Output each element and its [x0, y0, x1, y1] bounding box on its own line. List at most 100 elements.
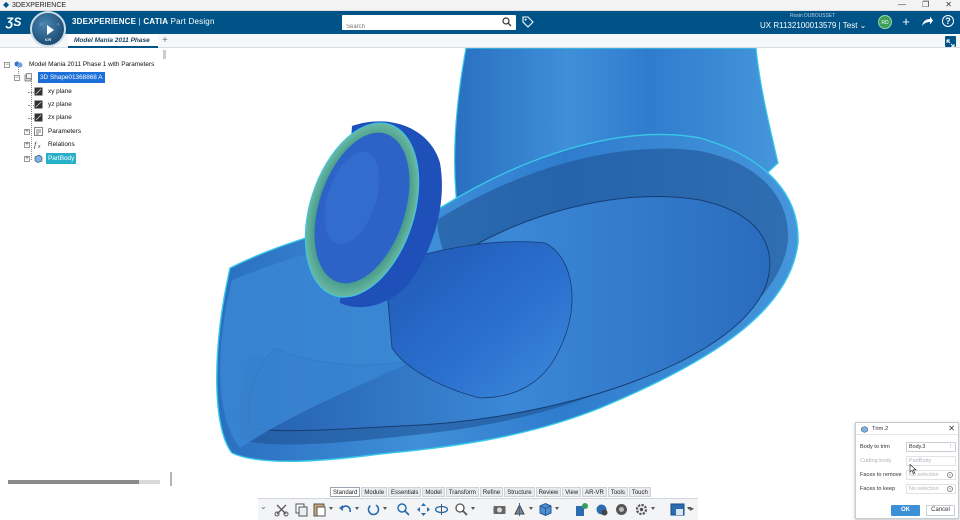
cancel-button[interactable]: Cancel — [926, 505, 955, 516]
section-tab-refine[interactable]: Refine — [479, 487, 504, 497]
cube-view-icon[interactable] — [538, 502, 553, 517]
dassault-logo-icon[interactable]: ƷS — [6, 14, 24, 30]
part-icon — [24, 73, 32, 82]
body-to-trim-field[interactable]: Body.3 ⋮ — [906, 442, 956, 452]
dialog-header: Trim.2 ✕ — [856, 423, 958, 435]
brand-title: 3DEXPERIENCE | CATIA Part Design — [72, 17, 215, 26]
dialog-title: Trim.2 — [872, 426, 889, 432]
compass-right-quadrant-icon[interactable]: ⁘ — [56, 22, 60, 28]
compass-widget[interactable]: ⁘ ⁘ V.R — [30, 11, 66, 47]
avatar[interactable]: RD — [878, 15, 892, 29]
feature-icon[interactable] — [614, 502, 629, 517]
action-bar: ⌄ ▸ — [258, 498, 698, 520]
dropdown-arrow-icon[interactable] — [555, 507, 559, 510]
expand-icon[interactable]: + — [24, 129, 30, 135]
plane-icon — [34, 100, 43, 109]
compass-left-quadrant-icon[interactable]: ⁘ — [39, 22, 43, 28]
undo-icon[interactable] — [338, 502, 353, 517]
faces-to-keep-field[interactable]: No selection × — [906, 484, 956, 494]
clear-selection-icon[interactable]: × — [947, 486, 953, 492]
os-title-bar: ◆ 3DEXPERIENCE — ❐ ✕ — [0, 0, 960, 11]
dropdown-arrow-icon[interactable] — [383, 507, 387, 510]
copy-icon[interactable] — [294, 502, 309, 517]
search-icon[interactable] — [502, 17, 512, 27]
close-icon[interactable]: ✕ — [948, 424, 955, 433]
geometry-icon[interactable] — [594, 502, 609, 517]
dropdown-arrow-icon[interactable] — [355, 507, 359, 510]
section-tab-model[interactable]: Model — [422, 487, 445, 497]
cut-icon[interactable] — [274, 502, 289, 517]
view-mode-icon[interactable] — [512, 502, 527, 517]
ok-button[interactable]: OK — [891, 505, 920, 516]
fullscreen-icon[interactable] — [945, 36, 956, 48]
parameters-icon — [34, 127, 43, 136]
app-window: ◆ 3DEXPERIENCE — ❐ ✕ ƷS 3DEXPERIENCE | C… — [0, 0, 960, 520]
update-icon[interactable] — [366, 502, 381, 517]
tree-item-label: PartBody — [46, 153, 77, 164]
restore-button[interactable]: ❐ — [922, 0, 929, 10]
section-tab-module[interactable]: Module — [361, 487, 388, 497]
app-logo-icon: ◆ — [3, 0, 10, 9]
brand-name: 3DEXPERIENCE — [72, 17, 137, 26]
tree-shape-label: 3D Shape01368868 A — [38, 72, 105, 83]
play-icon[interactable] — [47, 25, 54, 35]
collapse-icon[interactable]: − — [14, 75, 20, 81]
section-tab-touch[interactable]: Touch — [628, 487, 651, 497]
tree-horizontal-scrollbar[interactable] — [8, 480, 160, 484]
credentials-label: UX R1132100013579 | Test — [760, 21, 858, 30]
section-tab-review[interactable]: Review — [535, 487, 562, 497]
panel-splitter[interactable] — [170, 472, 172, 486]
minimize-button[interactable]: — — [898, 0, 906, 10]
section-tab-standard[interactable]: Standard — [330, 487, 361, 497]
help-icon[interactable]: ? — [942, 15, 954, 27]
more-options-icon[interactable]: ⋮ — [948, 443, 953, 451]
tree-scroll-cap[interactable] — [163, 50, 166, 59]
body-icon — [34, 154, 43, 163]
plane-icon — [34, 113, 43, 122]
new-tab-button[interactable]: + — [162, 35, 168, 47]
dropdown-arrow-icon[interactable] — [529, 507, 533, 510]
pan-icon[interactable] — [416, 502, 431, 517]
dropdown-arrow-icon[interactable] — [471, 507, 475, 510]
expand-icon[interactable]: + — [24, 156, 30, 162]
add-icon[interactable]: + — [899, 15, 913, 29]
section-tab-tools[interactable]: Tools — [607, 487, 628, 497]
scrollbar-thumb[interactable] — [8, 480, 139, 484]
section-tab-transform[interactable]: Transform — [445, 487, 479, 497]
tab-model-mania[interactable]: Model Mania 2011 Phase — [68, 34, 158, 48]
close-window-button[interactable]: ✕ — [945, 0, 952, 10]
zoom-area-icon[interactable] — [396, 502, 411, 517]
user-name: Rosin DUBOUSSET — [790, 13, 836, 19]
field-value: Body.3 — [909, 444, 926, 450]
dropdown-arrow-icon[interactable] — [651, 507, 655, 510]
window-controls: — ❐ ✕ — [898, 0, 952, 10]
rotate-icon[interactable] — [434, 502, 449, 517]
settings-icon[interactable] — [634, 502, 649, 517]
brand-product: CATIA — [143, 17, 169, 26]
tree-item-label: zx plane — [48, 114, 72, 121]
share-icon[interactable] — [920, 15, 934, 29]
paste-icon[interactable] — [312, 502, 327, 517]
chevron-down-icon: ⌄ — [859, 21, 867, 30]
appearance-icon[interactable] — [670, 502, 685, 517]
expand-icon[interactable]: + — [24, 142, 30, 148]
search-input[interactable] — [342, 19, 492, 35]
section-tab-essentials[interactable]: Essentials — [388, 487, 422, 497]
zoom-icon[interactable] — [454, 502, 469, 517]
action-bar-menu-icon[interactable]: ⌄ — [260, 502, 267, 511]
dropdown-arrow-icon[interactable] — [329, 507, 333, 510]
section-tab-view[interactable]: View — [562, 487, 582, 497]
clear-selection-icon[interactable]: × — [947, 472, 953, 478]
3d-viewport[interactable] — [0, 48, 960, 520]
field-label: Body to trim — [860, 444, 890, 450]
collapse-icon[interactable]: − — [4, 62, 10, 68]
os-window-title: 3DEXPERIENCE — [12, 2, 67, 9]
part-model[interactable] — [0, 48, 960, 520]
tag-icon[interactable] — [522, 16, 534, 28]
section-tab-ar-vr[interactable]: AR-VR — [582, 487, 607, 497]
more-tools-icon[interactable]: ▸ — [690, 504, 694, 513]
insert-icon[interactable] — [574, 502, 589, 517]
section-tab-structure[interactable]: Structure — [504, 487, 535, 497]
capture-icon[interactable] — [492, 502, 507, 517]
credentials-selector[interactable]: UX R1132100013579 | Test ⌄ — [760, 21, 866, 30]
